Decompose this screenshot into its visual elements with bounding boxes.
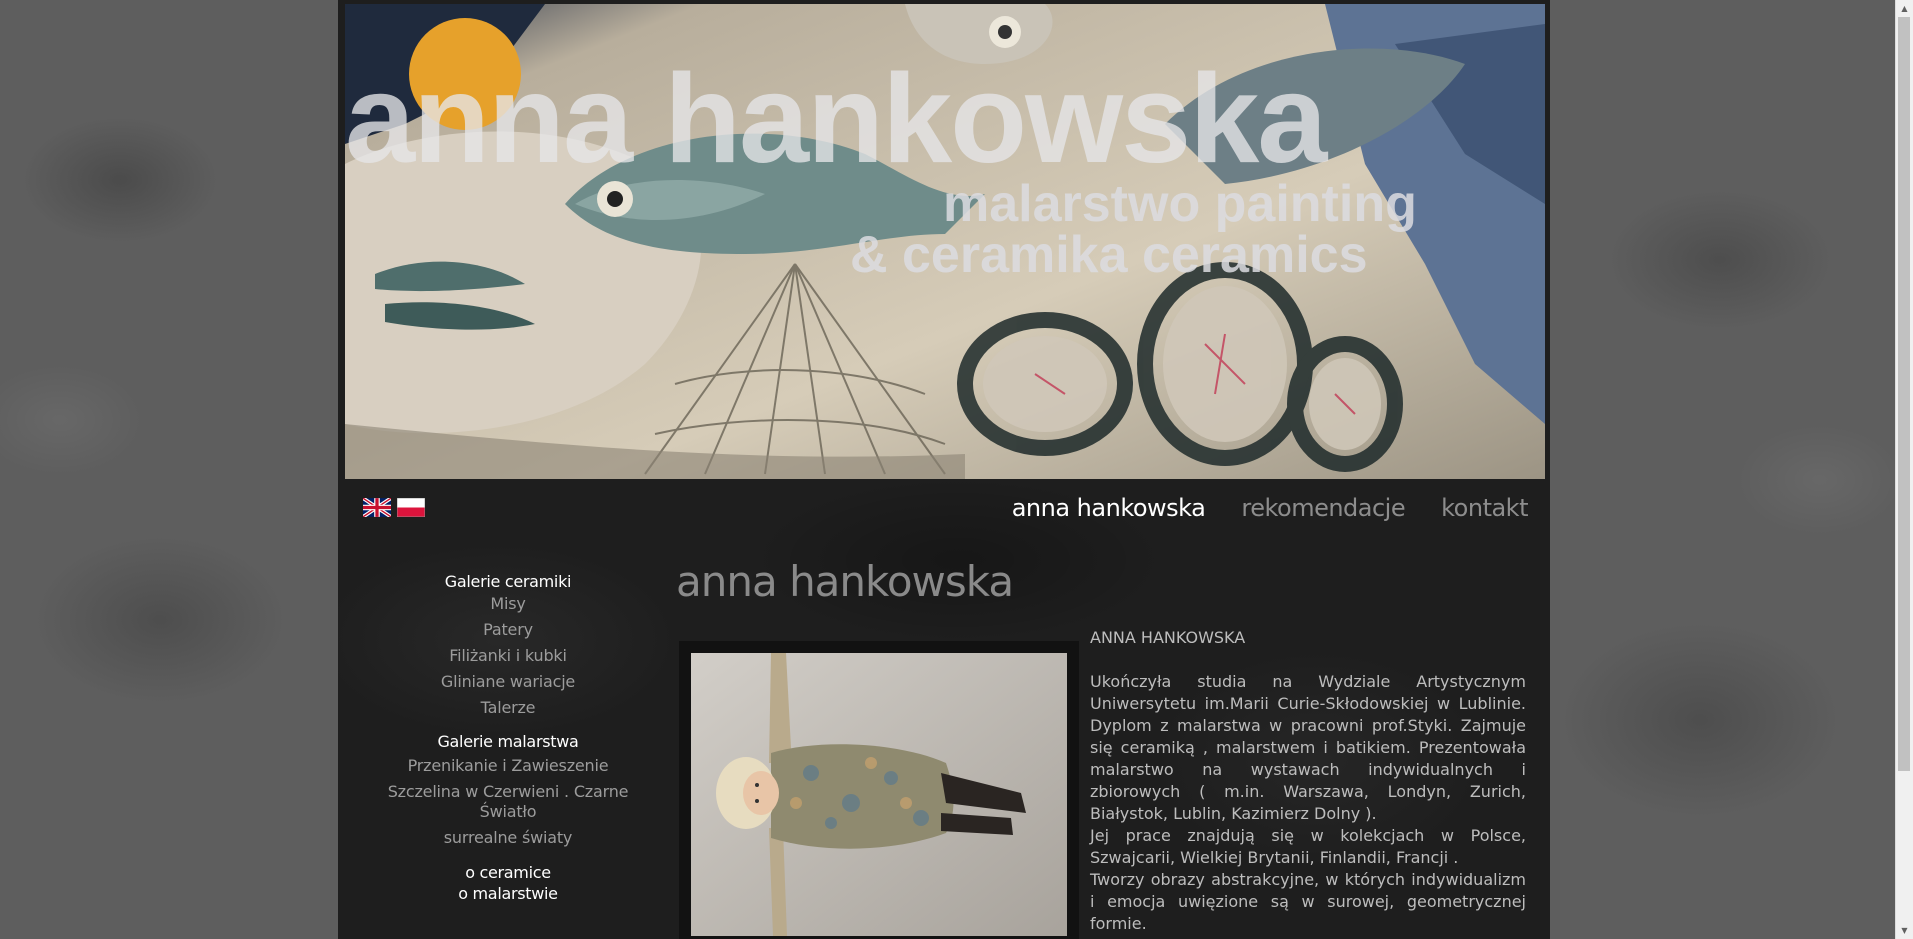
sidebar-item-patery[interactable]: Patery bbox=[368, 620, 648, 640]
sidebar-menu: Galerie ceramiki Misy Patery Filiżanki i… bbox=[368, 572, 648, 904]
portrait-photo bbox=[691, 653, 1067, 936]
biography: ANNA HANKOWSKA Ukończyła studia na Wydzi… bbox=[1090, 627, 1526, 935]
nav-kontakt[interactable]: kontakt bbox=[1441, 494, 1528, 522]
polish-flag-icon[interactable] bbox=[396, 497, 426, 518]
english-flag-icon[interactable] bbox=[361, 496, 393, 519]
sidebar-painting-gallery-title[interactable]: Galerie malarstwa bbox=[368, 732, 648, 752]
banner-title: anna hankowska bbox=[345, 48, 1327, 189]
sidebar-item-przenikanie[interactable]: Przenikanie i Zawieszenie bbox=[368, 756, 648, 776]
bio-heading: ANNA HANKOWSKA bbox=[1090, 628, 1246, 647]
main-wrapper: anna hankowska malarstwo painting & cera… bbox=[338, 0, 1550, 939]
bio-paragraph: Tworzy obrazy abstrakcyjne, w których in… bbox=[1090, 870, 1526, 933]
banner-subtitle-ceramics: & ceramika ceramics bbox=[850, 226, 1368, 284]
bio-paragraph: Jej prace znajdują się w kolekcjach w Po… bbox=[1090, 826, 1526, 867]
portrait-frame bbox=[679, 641, 1079, 939]
sidebar-item-surrealne-swiaty[interactable]: surrealne światy bbox=[368, 828, 648, 848]
sidebar-ceramics-gallery-title[interactable]: Galerie ceramiki bbox=[368, 572, 648, 592]
sidebar-item-szczelina[interactable]: Szczelina w Czerwieni . Czarne Światło bbox=[368, 782, 648, 822]
sidebar-item-gliniane-wariacje[interactable]: Gliniane wariacje bbox=[368, 672, 648, 692]
banner-subtitle-painting: malarstwo painting bbox=[943, 175, 1417, 233]
bio-paragraph: Ukończyła studia na Wydziale Artystyczny… bbox=[1090, 672, 1526, 823]
sidebar-item-misy[interactable]: Misy bbox=[368, 594, 648, 614]
page-title: anna hankowska bbox=[676, 557, 1014, 606]
sidebar-link-o-ceramice[interactable]: o ceramice bbox=[368, 862, 648, 883]
top-navigation: anna hankowska rekomendacje kontakt bbox=[1012, 494, 1529, 522]
vertical-scrollbar[interactable]: ▲ ▼ bbox=[1895, 0, 1913, 939]
sidebar-link-o-malarstwie[interactable]: o malarstwie bbox=[368, 883, 648, 904]
scroll-down-icon[interactable]: ▼ bbox=[1896, 922, 1913, 939]
sidebar-item-filizanki[interactable]: Filiżanki i kubki bbox=[368, 646, 648, 666]
sidebar-item-talerze[interactable]: Talerze bbox=[368, 698, 648, 718]
scroll-up-icon[interactable]: ▲ bbox=[1896, 0, 1913, 17]
scrollbar-thumb[interactable] bbox=[1898, 17, 1910, 771]
nav-rekomendacje[interactable]: rekomendacje bbox=[1241, 494, 1405, 522]
nav-anna-hankowska[interactable]: anna hankowska bbox=[1012, 494, 1206, 522]
header-banner: anna hankowska malarstwo painting & cera… bbox=[345, 4, 1545, 479]
